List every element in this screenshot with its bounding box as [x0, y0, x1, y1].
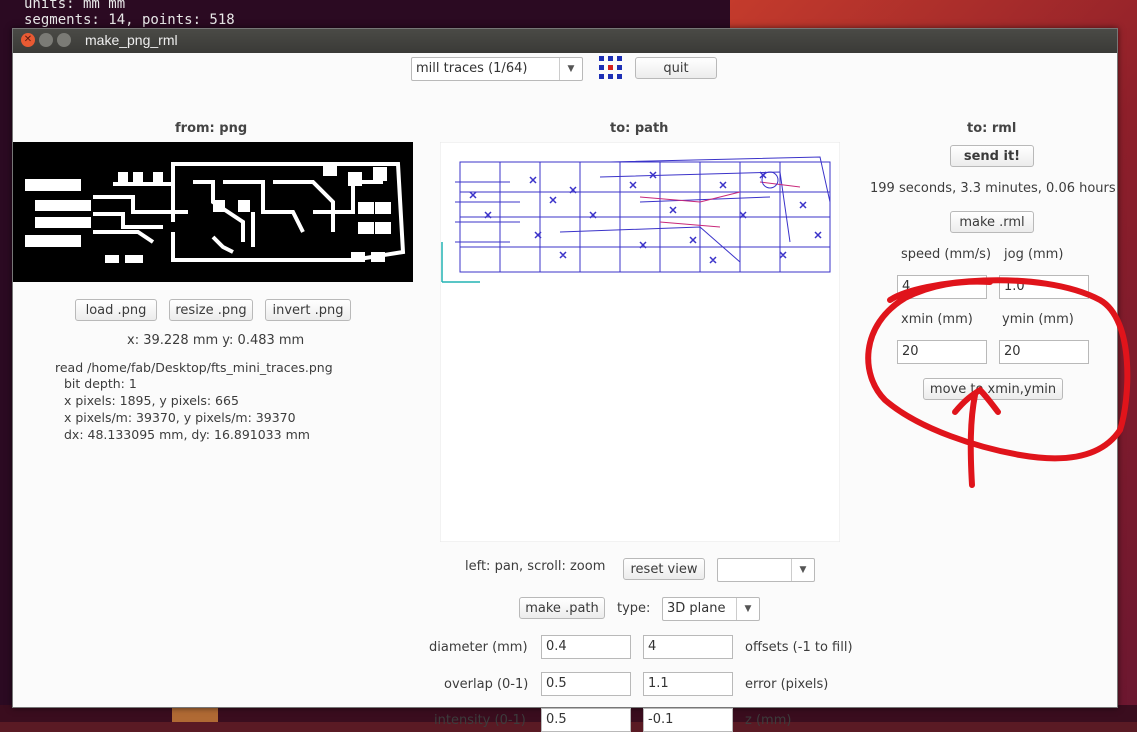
- offsets-field[interactable]: 4: [643, 635, 733, 659]
- offsets-label: offsets (-1 to fill): [745, 640, 853, 655]
- view-hint: left: pan, scroll: zoom: [465, 559, 606, 574]
- send-it-button[interactable]: send it!: [950, 145, 1034, 167]
- quit-button[interactable]: quit: [635, 57, 717, 79]
- type-select-value: 3D plane: [667, 601, 726, 616]
- load-png-button[interactable]: load .png: [75, 299, 157, 321]
- png-info-line: x pixels/m: 39370, y pixels/m: 39370: [64, 410, 296, 425]
- error-label: error (pixels): [745, 677, 829, 692]
- png-info-line: bit depth: 1: [64, 376, 137, 391]
- app-window: ✕ make_png_rml mill traces (1/64) ▼ quit…: [12, 28, 1118, 732]
- move-to-xmin-ymin-button[interactable]: move to xmin,ymin: [923, 378, 1063, 400]
- cursor-coordinates: x: 39.228 mm y: 0.483 mm: [127, 333, 305, 348]
- type-label: type:: [617, 601, 651, 616]
- jog-label: jog (mm): [1004, 247, 1064, 262]
- to-rml-header: to: rml: [967, 121, 1017, 136]
- invert-png-button[interactable]: invert .png: [265, 299, 351, 321]
- z-field[interactable]: -0.1: [643, 708, 733, 732]
- process-select[interactable]: mill traces (1/64) ▼: [411, 57, 583, 81]
- png-info-line: read /home/fab/Desktop/fts_mini_traces.p…: [55, 360, 333, 375]
- intensity-field[interactable]: 0.5: [541, 708, 631, 732]
- error-field[interactable]: 1.1: [643, 672, 733, 696]
- jog-field[interactable]: 1.0: [999, 275, 1089, 299]
- png-info-line: dx: 48.133095 mm, dy: 16.891033 mm: [64, 427, 310, 442]
- png-preview: [13, 142, 413, 282]
- xmin-label: xmin (mm): [901, 312, 973, 327]
- diameter-field[interactable]: 0.4: [541, 635, 631, 659]
- overlap-field[interactable]: 0.5: [541, 672, 631, 696]
- window-client-area: mill traces (1/64) ▼ quit from: png load…: [13, 53, 1117, 732]
- make-rml-button[interactable]: make .rml: [950, 211, 1034, 233]
- window-title: make_png_rml: [85, 32, 178, 48]
- terminal-line: units: mm mm: [24, 0, 126, 12]
- minimize-window-icon[interactable]: [39, 33, 53, 47]
- z-label: z (mm): [745, 713, 792, 728]
- png-info-line: x pixels: 1895, y pixels: 665: [64, 393, 239, 408]
- maximize-window-icon[interactable]: [57, 33, 71, 47]
- chevron-down-icon: ▼: [791, 559, 814, 581]
- ymin-field[interactable]: 20: [999, 340, 1089, 364]
- make-path-button[interactable]: make .path: [519, 597, 605, 619]
- window-titlebar[interactable]: ✕ make_png_rml: [13, 29, 1117, 53]
- path-view-canvas[interactable]: [440, 142, 840, 542]
- chevron-down-icon: ▼: [736, 598, 759, 620]
- diameter-label: diameter (mm): [429, 640, 528, 655]
- ymin-label: ymin (mm): [1002, 312, 1074, 327]
- fab-logo-icon: [599, 56, 622, 79]
- speed-field[interactable]: 4: [897, 275, 987, 299]
- chevron-down-icon: ▼: [559, 58, 582, 80]
- view-select[interactable]: ▼: [717, 558, 815, 582]
- terminal-line: segments: 14, points: 518: [24, 12, 235, 28]
- xmin-field[interactable]: 20: [897, 340, 987, 364]
- time-estimate: 199 seconds, 3.3 minutes, 0.06 hours: [870, 181, 1116, 196]
- from-png-header: from: png: [175, 121, 248, 136]
- speed-label: speed (mm/s): [901, 247, 992, 262]
- reset-view-button[interactable]: reset view: [623, 558, 705, 580]
- to-path-header: to: path: [610, 121, 669, 136]
- type-select[interactable]: 3D plane ▼: [662, 597, 760, 621]
- overlap-label: overlap (0-1): [444, 677, 529, 692]
- resize-png-button[interactable]: resize .png: [169, 299, 253, 321]
- intensity-label: intensity (0-1): [434, 713, 526, 728]
- process-select-value: mill traces (1/64): [416, 61, 528, 76]
- close-window-icon[interactable]: ✕: [21, 33, 35, 47]
